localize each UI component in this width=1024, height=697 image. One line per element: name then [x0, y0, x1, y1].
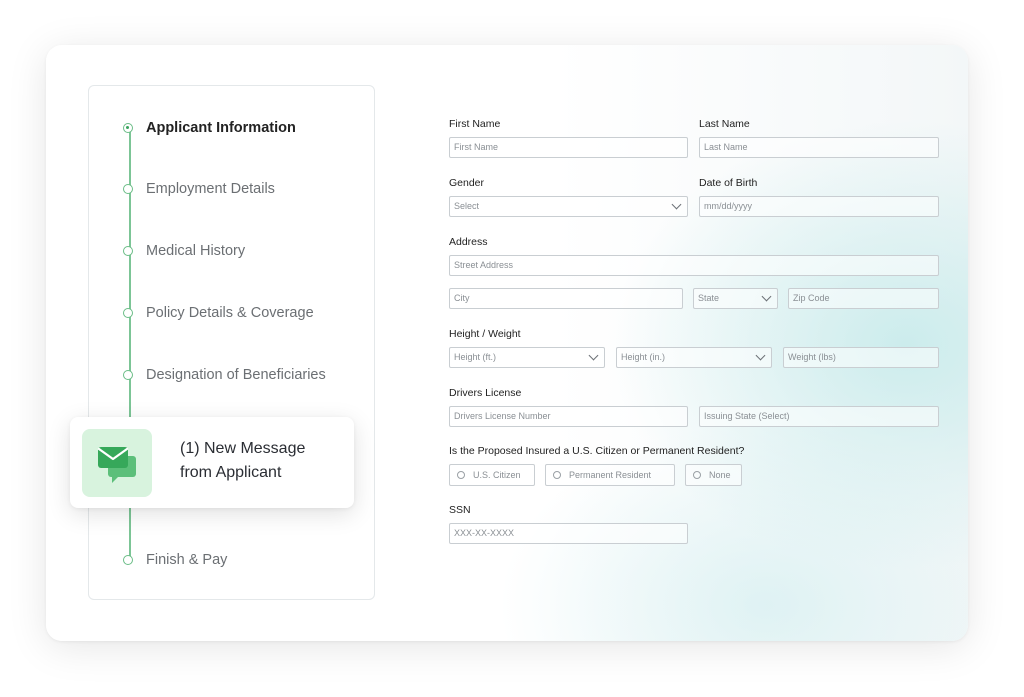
- step-dot-icon: [123, 308, 133, 318]
- height-ft-select[interactable]: Height (ft.): [449, 347, 605, 368]
- notification-line-1: (1) New Message: [180, 440, 306, 457]
- step-label: Employment Details: [146, 181, 275, 197]
- notification-text: (1) New Message from Applicant: [180, 437, 350, 485]
- address-label: Address: [449, 236, 488, 248]
- step-applicant-information[interactable]: Applicant Information: [123, 120, 296, 136]
- last-name-label: Last Name: [699, 118, 750, 130]
- step-policy-details[interactable]: Policy Details & Coverage: [123, 305, 314, 321]
- chevron-down-icon: [671, 199, 682, 210]
- first-name-label: First Name: [449, 118, 501, 130]
- step-dot-icon: [123, 555, 133, 565]
- radio-us-citizen[interactable]: U.S. Citizen: [449, 464, 535, 486]
- step-label: Medical History: [146, 243, 246, 259]
- step-label: Finish & Pay: [146, 552, 228, 568]
- new-message-notification[interactable]: (1) New Message from Applicant: [70, 417, 354, 508]
- state-select-value: State: [698, 293, 720, 303]
- gender-select[interactable]: Select: [449, 196, 688, 217]
- chevron-down-icon: [588, 350, 599, 361]
- height-ft-value: Height (ft.): [454, 352, 497, 362]
- radio-circle-icon: [553, 471, 561, 479]
- radio-none[interactable]: None: [685, 464, 742, 486]
- step-dot-icon: [123, 246, 133, 256]
- radio-label: None: [709, 470, 731, 480]
- radio-label: U.S. Citizen: [473, 470, 521, 480]
- step-finish-pay[interactable]: Finish & Pay: [123, 552, 227, 568]
- message-envelope-icon: [82, 429, 152, 497]
- radio-permanent-resident[interactable]: Permanent Resident: [545, 464, 675, 486]
- zip-code-field[interactable]: Zip Code: [788, 288, 939, 309]
- last-name-field[interactable]: Last Name: [699, 137, 939, 158]
- first-name-field[interactable]: First Name: [449, 137, 688, 158]
- step-medical-history[interactable]: Medical History: [123, 243, 245, 259]
- height-in-select[interactable]: Height (in.): [616, 347, 772, 368]
- gender-label: Gender: [449, 177, 485, 189]
- street-address-field[interactable]: Street Address: [449, 255, 939, 276]
- step-label: Applicant Information: [146, 120, 296, 136]
- chevron-down-icon: [761, 291, 772, 302]
- state-select[interactable]: State: [693, 288, 778, 309]
- ssn-field[interactable]: XXX-XX-XXXX: [449, 523, 688, 544]
- weight-field[interactable]: Weight (lbs): [783, 347, 939, 368]
- height-weight-label: Height / Weight: [449, 328, 521, 340]
- notification-line-2: from Applicant: [180, 464, 282, 481]
- dob-label: Date of Birth: [699, 177, 758, 189]
- drivers-license-label: Drivers License: [449, 387, 522, 399]
- step-active-dot-icon: [123, 123, 133, 133]
- radio-label: Permanent Resident: [569, 470, 652, 480]
- progress-stepper-panel: [88, 85, 375, 600]
- step-beneficiaries[interactable]: Designation of Beneficiaries: [123, 367, 326, 383]
- step-employment-details[interactable]: Employment Details: [123, 181, 275, 197]
- radio-circle-icon: [457, 471, 465, 479]
- height-in-value: Height (in.): [621, 352, 666, 362]
- step-label: Policy Details & Coverage: [146, 305, 314, 321]
- step-label: Designation of Beneficiaries: [146, 367, 326, 383]
- ssn-label: SSN: [449, 504, 471, 516]
- citizenship-question: Is the Proposed Insured a U.S. Citizen o…: [449, 445, 745, 457]
- step-dot-icon: [123, 370, 133, 380]
- dob-field[interactable]: mm/dd/yyyy: [699, 196, 939, 217]
- drivers-license-number-field[interactable]: Drivers License Number: [449, 406, 688, 427]
- city-field[interactable]: City: [449, 288, 683, 309]
- issuing-state-field[interactable]: Issuing State (Select): [699, 406, 939, 427]
- chevron-down-icon: [755, 350, 766, 361]
- step-dot-icon: [123, 184, 133, 194]
- gender-select-value: Select: [454, 201, 480, 211]
- radio-circle-icon: [693, 471, 701, 479]
